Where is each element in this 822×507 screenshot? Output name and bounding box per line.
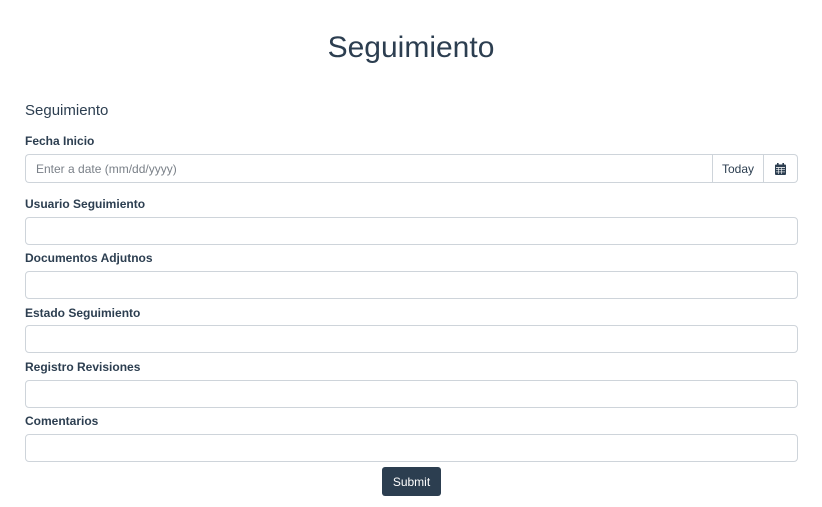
fecha-inicio-group: Today xyxy=(25,154,798,183)
page-title: Seguimiento xyxy=(327,31,495,64)
usuario-seguimiento-label: Usuario Seguimiento xyxy=(25,197,146,211)
comentarios-input[interactable] xyxy=(25,434,798,462)
documentos-adjuntos-input[interactable] xyxy=(25,271,798,299)
fecha-inicio-label: Fecha Inicio xyxy=(25,134,95,148)
registro-revisiones-input[interactable] xyxy=(25,380,798,408)
calendar-icon xyxy=(775,162,786,175)
form-section-title: Seguimiento xyxy=(25,102,109,119)
calendar-button[interactable] xyxy=(764,154,798,183)
comentarios-label: Comentarios xyxy=(25,414,99,428)
registro-revisiones-label: Registro Revisiones xyxy=(25,360,141,374)
today-button[interactable]: Today xyxy=(712,154,764,183)
estado-seguimiento-input[interactable] xyxy=(25,325,798,353)
estado-seguimiento-label: Estado Seguimiento xyxy=(25,306,141,320)
usuario-seguimiento-input[interactable] xyxy=(25,217,798,245)
submit-button[interactable]: Submit xyxy=(382,467,441,496)
fecha-inicio-input[interactable] xyxy=(25,154,712,183)
documentos-adjuntos-label: Documentos Adjutnos xyxy=(25,251,153,265)
